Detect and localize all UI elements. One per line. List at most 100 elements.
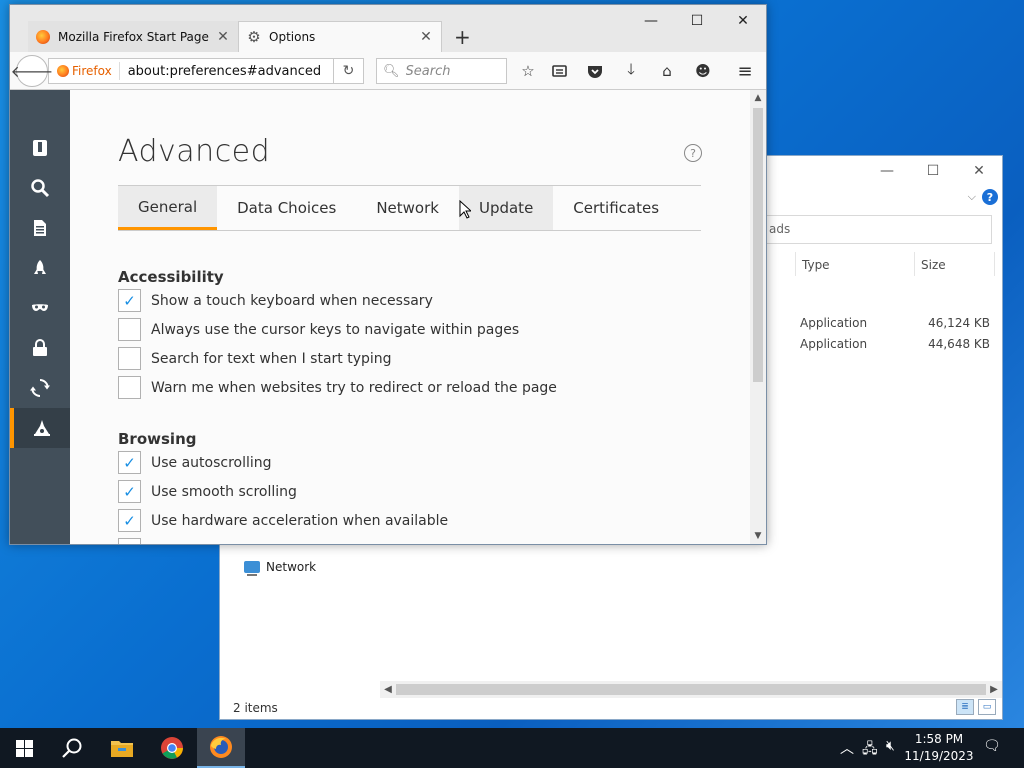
explorer-minimize-button[interactable]: — — [864, 156, 910, 186]
checkbox-label: Show a touch keyboard when necessary — [151, 292, 433, 309]
scroll-up-icon[interactable]: ▲ — [750, 90, 766, 106]
explorer-search-input[interactable]: ads — [760, 215, 992, 244]
pocket-icon[interactable] — [584, 61, 606, 81]
help-icon[interactable]: ? — [684, 144, 702, 162]
category-general[interactable] — [10, 128, 70, 168]
checkbox-next-partial[interactable]: ✓ — [118, 538, 141, 544]
search-icon — [62, 738, 82, 758]
checkbox-cursor-keys[interactable]: Always use the cursor keys to navigate w… — [118, 318, 519, 341]
download-icon[interactable]: 🡓 — [620, 60, 642, 81]
taskbar-file-explorer[interactable] — [98, 728, 146, 768]
checkbox-smooth-scrolling[interactable]: ✓ Use smooth scrolling — [118, 480, 297, 503]
close-icon[interactable]: ✕ — [419, 29, 433, 45]
taskbar-search-button[interactable] — [48, 728, 96, 768]
back-button[interactable]: 🡐 — [11, 55, 53, 87]
network-icon — [244, 561, 260, 576]
system-clock[interactable]: 1:58 PM 11/19/2023 — [904, 731, 974, 765]
windows-logo-icon — [15, 739, 33, 757]
checkbox[interactable] — [118, 318, 141, 341]
scrollbar-thumb[interactable] — [396, 684, 986, 695]
checkbox-hardware-acceleration[interactable]: ✓ Use hardware acceleration when availab… — [118, 509, 448, 532]
reload-icon: ↻ — [342, 63, 355, 79]
reload-button[interactable]: ↻ — [334, 58, 364, 84]
scrollbar-thumb[interactable] — [753, 108, 763, 382]
network-status-icon[interactable]: 🖧 — [862, 738, 878, 762]
group-browsing-title: Browsing — [118, 430, 197, 448]
lock-icon — [33, 339, 47, 356]
tab-certificates[interactable]: Certificates — [553, 186, 679, 230]
new-tab-button[interactable]: + — [454, 25, 471, 49]
checkbox[interactable]: ✓ — [118, 538, 141, 544]
taskbar-chrome[interactable] — [148, 728, 196, 768]
checkbox-label: Use smooth scrolling — [151, 483, 297, 500]
explorer-maximize-button[interactable]: ☐ — [910, 156, 956, 186]
menu-icon[interactable]: ≡ — [734, 61, 756, 82]
category-security[interactable] — [10, 328, 70, 368]
view-toggle: ≣ ▭ — [956, 699, 996, 715]
explorer-close-button[interactable]: ✕ — [956, 156, 1002, 186]
url-text: about:preferences#advanced — [127, 63, 322, 79]
identity-box[interactable]: Firefox — [49, 62, 120, 80]
explorer-help-icon[interactable]: ? — [982, 189, 998, 205]
back-arrow-icon: 🡐 — [10, 62, 54, 81]
taskbar: ︿ 🖧 🔇︎ 1:58 PM 11/19/2023 🗨︎ — [0, 728, 1024, 768]
column-header-type[interactable]: Type — [795, 252, 913, 276]
bookmark-star-icon[interactable]: ☆ — [517, 61, 539, 81]
category-content[interactable] — [10, 208, 70, 248]
category-privacy[interactable] — [10, 288, 70, 328]
tab-start-page[interactable]: Mozilla Firefox Start Page ✕ — [28, 21, 238, 52]
category-advanced[interactable] — [10, 408, 70, 448]
close-icon[interactable]: ✕ — [216, 29, 230, 45]
scroll-left-icon[interactable]: ◀ — [380, 681, 396, 698]
checkbox-search-typing[interactable]: Search for text when I start typing — [118, 347, 392, 370]
checkbox-touch-keyboard[interactable]: ✓ Show a touch keyboard when necessary — [118, 289, 433, 312]
tray-overflow-icon[interactable]: ︿ — [840, 738, 854, 758]
tab-network[interactable]: Network — [356, 186, 459, 230]
page-title: Advanced — [118, 134, 271, 169]
file-type: Application — [800, 316, 868, 330]
start-button[interactable] — [0, 728, 48, 768]
checkbox[interactable] — [118, 347, 141, 370]
category-sync[interactable] — [10, 368, 70, 408]
table-row[interactable]: Application 44,648 KB — [800, 337, 990, 351]
tab-update[interactable]: Update — [458, 186, 554, 230]
firefox-icon — [210, 736, 232, 758]
category-search[interactable] — [10, 168, 70, 208]
home-icon[interactable]: ⌂ — [656, 61, 678, 81]
checkbox-autoscrolling[interactable]: ✓ Use autoscrolling — [118, 451, 272, 474]
hello-icon[interactable]: ☻ — [692, 61, 714, 81]
search-input[interactable] — [405, 63, 500, 79]
large-icons-view-icon[interactable]: ▭ — [978, 699, 996, 715]
checkbox[interactable] — [118, 376, 141, 399]
nav-item-network[interactable]: Network — [244, 560, 316, 576]
tab-options[interactable]: ⚙ Options ✕ — [238, 21, 442, 52]
checkbox[interactable]: ✓ — [118, 509, 141, 532]
horizontal-scrollbar[interactable]: ◀ ▶ — [380, 681, 1002, 698]
search-bar[interactable]: 🔍︎ — [376, 58, 507, 84]
url-bar[interactable]: Firefox about:preferences#advanced — [48, 58, 334, 84]
minimize-button[interactable]: — — [628, 5, 674, 37]
maximize-button[interactable]: ☐ — [674, 5, 720, 37]
action-center-icon[interactable]: 🗨︎ — [983, 738, 1001, 754]
content-icon — [34, 220, 46, 236]
checkbox[interactable]: ✓ — [118, 289, 141, 312]
checkbox[interactable]: ✓ — [118, 480, 141, 503]
volume-muted-icon[interactable]: 🔇︎ — [886, 738, 895, 754]
category-applications[interactable] — [10, 248, 70, 288]
tab-data-choices[interactable]: Data Choices — [217, 186, 356, 230]
table-row[interactable]: Application 46,124 KB — [800, 316, 990, 330]
column-header-size[interactable]: Size — [914, 252, 994, 276]
firefox-window[interactable]: Mozilla Firefox Start Page ✕ ⚙ Options ✕… — [9, 4, 767, 545]
taskbar-firefox[interactable] — [197, 728, 245, 768]
scroll-right-icon[interactable]: ▶ — [986, 681, 1002, 698]
close-window-button[interactable]: ✕ — [720, 5, 766, 37]
reading-list-icon[interactable] — [548, 61, 570, 81]
vertical-scrollbar[interactable]: ▲ ▼ — [750, 90, 766, 544]
details-view-icon[interactable]: ≣ — [956, 699, 974, 715]
chevron-down-icon[interactable]: ⌵ — [968, 190, 976, 204]
sync-icon — [30, 379, 50, 397]
scroll-down-icon[interactable]: ▼ — [750, 528, 766, 544]
tab-general[interactable]: General — [118, 186, 218, 230]
checkbox-warn-redirect[interactable]: Warn me when websites try to redirect or… — [118, 376, 557, 399]
checkbox[interactable]: ✓ — [118, 451, 141, 474]
